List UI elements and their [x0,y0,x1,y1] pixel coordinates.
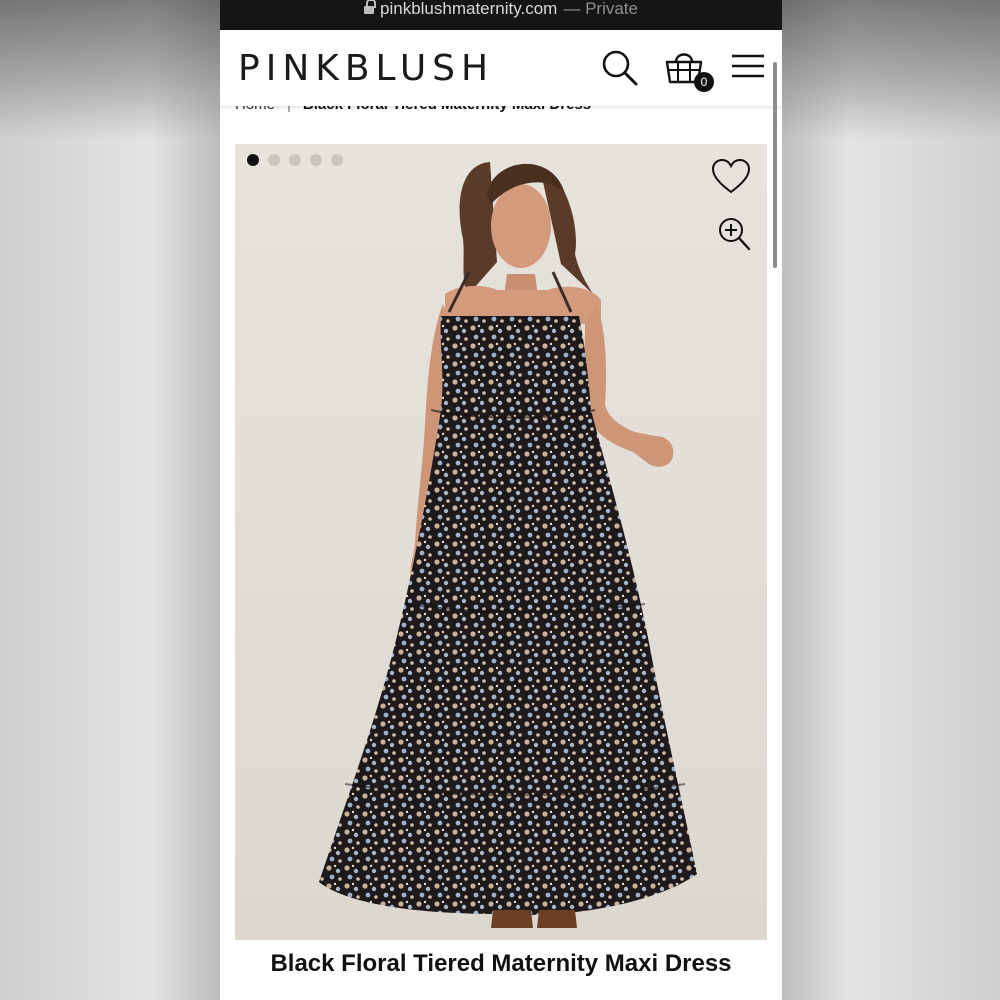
browser-url-bar[interactable]: pinkblushmaternity.com — Private [220,0,782,30]
gallery-pagination [247,154,343,166]
heart-icon [711,158,751,194]
url-text: pinkblushmaternity.com [380,0,558,18]
gallery-dot[interactable] [310,154,322,166]
gallery-dot[interactable] [331,154,343,166]
product-image-gallery[interactable] [235,144,767,940]
phone-screen: pinkblushmaternity.com — Private PINKBLU… [220,0,782,1000]
gallery-dot[interactable] [289,154,301,166]
product-title: Black Floral Tiered Maternity Maxi Dress [270,950,732,977]
gallery-dot[interactable] [247,154,259,166]
cart-count-badge: 0 [694,72,714,92]
gallery-dot[interactable] [268,154,280,166]
product-photo [319,162,697,928]
search-icon [602,50,638,86]
zoom-in-icon [719,218,751,251]
site-logo[interactable]: PINKBLUSH [238,48,494,89]
wishlist-button[interactable] [711,158,751,196]
page-scrollbar[interactable] [773,62,777,268]
hamburger-menu-icon [732,54,764,78]
zoom-button[interactable] [717,216,751,252]
cart-button[interactable]: 0 [664,48,714,94]
private-label: — Private [563,0,638,18]
search-button[interactable] [600,48,640,88]
menu-button[interactable] [730,48,766,88]
lock-icon [364,0,377,14]
site-header: PINKBLUSH 0 [220,30,782,106]
